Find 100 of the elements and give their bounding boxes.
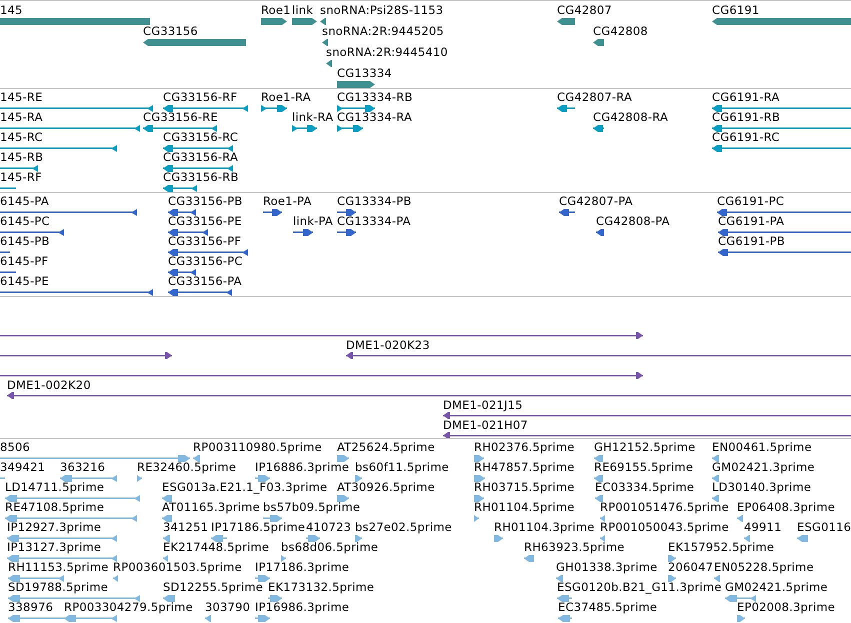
protein-glyph[interactable] [168,269,196,276]
clone-glyph[interactable] [443,432,851,438]
est-glyph[interactable] [0,455,190,462]
transcript-glyph[interactable] [261,105,287,112]
est-glyph[interactable] [557,595,572,602]
transcript-glyph[interactable] [712,125,851,132]
gene-glyph[interactable] [320,18,326,25]
est-glyph[interactable] [163,595,175,602]
protein-glyph[interactable] [168,209,196,216]
transcript-glyph[interactable] [163,145,233,152]
transcript-glyph[interactable] [163,105,248,112]
est-glyph[interactable] [737,515,743,522]
est-glyph[interactable] [600,535,605,542]
gene-glyph[interactable] [557,18,575,25]
est-glyph[interactable] [600,515,605,522]
est-glyph[interactable] [255,615,270,622]
gene-glyph[interactable] [326,60,332,67]
protein-glyph[interactable] [0,249,10,256]
clone-glyph[interactable] [0,372,643,379]
gene-glyph[interactable] [593,39,604,46]
clone-glyph[interactable] [0,352,172,359]
est-glyph[interactable] [60,475,117,482]
clone-glyph[interactable] [7,392,851,399]
est-glyph[interactable] [474,475,485,482]
gene-glyph[interactable] [261,18,287,25]
est-glyph[interactable] [355,475,362,482]
protein-glyph[interactable] [263,209,282,216]
est-glyph[interactable] [162,495,172,502]
protein-glyph[interactable] [0,209,137,216]
protein-glyph[interactable] [337,229,356,236]
est-glyph[interactable] [668,575,676,582]
est-glyph[interactable] [595,495,603,502]
est-glyph[interactable] [64,615,117,622]
gene-glyph[interactable] [143,39,246,46]
est-glyph[interactable] [797,535,808,542]
est-glyph[interactable] [163,535,170,542]
transcript-glyph[interactable] [593,125,604,132]
protein-glyph[interactable] [293,229,313,236]
transcript-glyph[interactable] [143,125,217,132]
est-glyph[interactable] [263,515,282,522]
est-glyph[interactable] [668,555,676,562]
est-glyph[interactable] [137,475,142,482]
est-glyph[interactable] [558,615,572,622]
gene-glyph[interactable] [292,18,317,25]
est-glyph[interactable] [306,535,320,542]
est-glyph[interactable] [205,615,211,622]
est-glyph[interactable] [594,455,603,462]
clone-glyph[interactable] [0,332,643,339]
est-glyph[interactable] [474,515,479,522]
est-glyph[interactable] [494,535,503,542]
est-glyph[interactable] [337,495,349,502]
transcript-glyph[interactable] [0,125,140,132]
est-glyph[interactable] [714,575,720,582]
est-glyph[interactable] [268,595,282,602]
transcript-glyph[interactable] [292,125,317,132]
transcript-glyph[interactable] [0,165,38,172]
est-glyph[interactable] [193,455,200,462]
est-glyph[interactable] [255,475,270,482]
protein-glyph[interactable] [0,269,16,276]
transcript-glyph[interactable] [0,145,117,152]
protein-glyph[interactable] [168,249,248,256]
est-glyph[interactable] [7,535,117,542]
protein-glyph[interactable] [559,209,575,216]
est-glyph[interactable] [712,475,719,482]
est-glyph[interactable] [556,575,563,582]
est-glyph[interactable] [712,455,719,462]
est-glyph[interactable] [474,495,484,502]
est-glyph[interactable] [594,475,603,482]
transcript-glyph[interactable] [163,185,197,192]
protein-glyph[interactable] [0,289,153,296]
est-glyph[interactable] [355,535,362,542]
protein-glyph[interactable] [0,229,64,236]
clone-glyph[interactable] [346,352,851,359]
protein-glyph[interactable] [596,229,604,236]
est-glyph[interactable] [744,535,750,542]
transcript-glyph[interactable] [337,105,375,112]
gene-glyph[interactable] [322,39,328,46]
transcript-glyph[interactable] [163,165,233,172]
est-glyph[interactable] [211,535,227,542]
est-glyph[interactable] [524,555,534,562]
est-glyph[interactable] [8,575,64,582]
est-glyph[interactable] [5,515,137,522]
transcript-glyph[interactable] [0,185,16,192]
transcript-glyph[interactable] [0,105,153,112]
est-glyph[interactable] [113,575,118,582]
gene-glyph[interactable] [337,81,375,88]
est-glyph[interactable] [255,575,270,582]
est-glyph[interactable] [7,555,117,562]
transcript-glyph[interactable] [557,105,575,112]
protein-glyph[interactable] [717,209,851,216]
est-glyph[interactable] [8,595,140,602]
est-glyph[interactable] [725,595,756,602]
transcript-glyph[interactable] [712,145,851,152]
est-glyph[interactable] [337,455,349,462]
protein-glyph[interactable] [718,249,851,256]
est-glyph[interactable] [712,495,719,502]
clone-glyph[interactable] [443,412,851,419]
protein-glyph[interactable] [337,209,356,216]
est-glyph[interactable] [163,555,168,562]
transcript-glyph[interactable] [337,125,363,132]
